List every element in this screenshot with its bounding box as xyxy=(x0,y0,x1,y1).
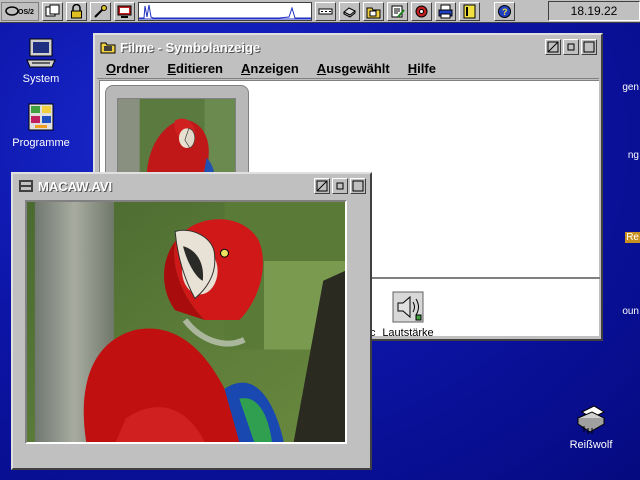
settings-icon[interactable] xyxy=(411,1,432,21)
desktop-icon-label: Reißwolf xyxy=(569,439,613,451)
svg-text:?: ? xyxy=(502,7,508,17)
computer-icon xyxy=(26,38,56,68)
folder-system-menu-icon[interactable] xyxy=(99,39,117,55)
volume-object-label: Lautstärke xyxy=(382,327,434,339)
volume-object[interactable]: Lautstärke xyxy=(376,291,440,339)
lock-icon[interactable] xyxy=(66,1,87,21)
hide-icon xyxy=(547,41,559,53)
edit-icon[interactable] xyxy=(387,1,408,21)
menu-ausgewaehlt[interactable]: Ausgewählt xyxy=(308,60,399,78)
warpcenter-bar: OS/2 ? 18.19.22 xyxy=(0,0,640,23)
printer-icon[interactable] xyxy=(435,1,456,21)
desktop-icon-system[interactable]: System xyxy=(6,36,76,85)
desktop-icon-reisswolf[interactable]: Reißwolf xyxy=(556,402,626,451)
menu-hilfe[interactable]: Hilfe xyxy=(399,60,445,78)
hide-button[interactable] xyxy=(545,39,561,55)
restore-button[interactable] xyxy=(332,178,348,194)
programs-icon xyxy=(28,103,54,131)
volume-icon xyxy=(392,291,424,323)
desktop-icon-label: Programme xyxy=(12,137,70,149)
notes-icon[interactable] xyxy=(459,1,480,21)
help-icon[interactable]: ? xyxy=(494,1,515,21)
video-window-macaw[interactable]: MACAW.AVI xyxy=(11,172,372,470)
clock[interactable]: 18.19.22 xyxy=(548,1,640,21)
disk-icon[interactable] xyxy=(339,1,360,21)
window-title: MACAW.AVI xyxy=(38,178,113,194)
folder-icon[interactable] xyxy=(363,1,384,21)
cpu-load-graph xyxy=(138,1,312,21)
movie-object-frame[interactable] xyxy=(105,85,249,194)
hide-button[interactable] xyxy=(314,178,330,194)
menu-anzeigen[interactable]: Anzeigen xyxy=(232,60,308,78)
shredder-icon xyxy=(576,405,606,434)
maximize-icon xyxy=(583,41,595,53)
hide-icon xyxy=(316,180,328,192)
menu-editieren[interactable]: Editieren xyxy=(158,60,232,78)
restore-button[interactable] xyxy=(563,39,579,55)
svg-text:OS/2: OS/2 xyxy=(18,9,34,16)
divider xyxy=(360,277,600,279)
maximize-icon xyxy=(352,180,364,192)
maximize-button[interactable] xyxy=(581,39,597,55)
player-system-menu-icon[interactable] xyxy=(17,178,35,194)
restore-icon xyxy=(567,43,575,51)
desktop-icon-label: System xyxy=(22,73,60,85)
title-bar[interactable]: MACAW.AVI xyxy=(15,176,368,196)
monitor-icon[interactable] xyxy=(114,1,135,21)
window-list-icon[interactable] xyxy=(42,1,63,21)
menu-ordner[interactable]: Ordner xyxy=(97,60,158,78)
menu-bar: Ordner Editieren Anzeigen Ausgewählt Hil… xyxy=(97,59,599,79)
drives-icon[interactable] xyxy=(315,1,336,21)
hidden-icon-label: ng xyxy=(627,150,639,161)
hidden-icon-label: oun xyxy=(622,306,639,317)
video-frame[interactable] xyxy=(25,200,347,444)
title-bar[interactable]: Filme - Symbolanzeige xyxy=(97,37,599,57)
hidden-icon-label: gen xyxy=(622,82,639,93)
os2-logo-icon[interactable]: OS/2 xyxy=(1,1,39,21)
window-title: Filme - Symbolanzeige xyxy=(120,39,261,55)
tools-icon[interactable] xyxy=(90,1,111,21)
maximize-button[interactable] xyxy=(350,178,366,194)
restore-icon xyxy=(336,182,344,190)
desktop-icon-programme[interactable]: Programme xyxy=(6,100,76,149)
hidden-icon-label: Re xyxy=(625,232,640,243)
